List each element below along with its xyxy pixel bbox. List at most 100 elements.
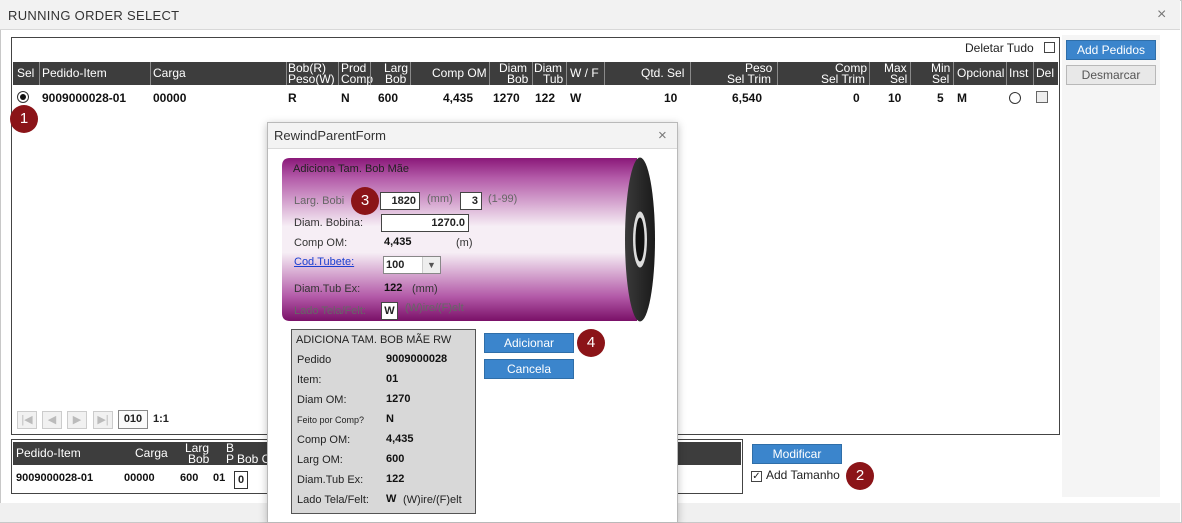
- header-separator: [690, 62, 691, 85]
- header-separator: [953, 62, 954, 85]
- pager-last-icon[interactable]: ▶|: [93, 411, 113, 429]
- summary-comp-om-value: 4,435: [386, 433, 414, 445]
- col-header-carga[interactable]: Carga: [153, 67, 186, 79]
- summary-diam-tub-value: 122: [386, 473, 405, 485]
- header-separator: [604, 62, 605, 85]
- cell-qtd-sel: 10: [664, 91, 678, 105]
- bottom-col-carga[interactable]: Carga: [135, 447, 168, 459]
- summary-pedido-value: 9009000028: [386, 353, 448, 365]
- header-separator: [489, 62, 490, 85]
- header-separator: [150, 62, 151, 85]
- header-separator: [370, 62, 371, 85]
- header-separator: [910, 62, 911, 85]
- header-separator: [39, 62, 40, 85]
- pager-first-icon[interactable]: |◀: [17, 411, 37, 429]
- col-header-wf[interactable]: W / F: [570, 67, 599, 79]
- header-separator: [1006, 62, 1007, 85]
- summary-diam-tub-label: Diam.Tub Ex:: [297, 474, 364, 486]
- add-tamanho-checkbox[interactable]: ✓: [751, 471, 762, 482]
- pager-prev-icon[interactable]: ◀: [42, 411, 62, 429]
- summary-feito-label: Feito por Comp?: [297, 415, 365, 425]
- diam-bobina-input[interactable]: 1270.0: [381, 214, 469, 232]
- header-separator: [338, 62, 339, 85]
- pager-next-icon[interactable]: ▶: [67, 411, 87, 429]
- lado-tela-label: Lado Tela/Felt:: [294, 305, 366, 317]
- comp-om-label: Comp OM:: [294, 237, 348, 249]
- cell-pedido-item: 9009000028-01: [42, 91, 127, 105]
- col-header-del[interactable]: Del: [1036, 67, 1054, 79]
- col-header-diam-bob[interactable]: Bob: [507, 73, 528, 85]
- summary-lado-hint: (W)ire/(F)elt: [403, 494, 462, 506]
- lado-tela-input[interactable]: W: [381, 302, 398, 320]
- cancela-button[interactable]: Cancela: [484, 359, 574, 379]
- deletar-tudo-checkbox[interactable]: [1044, 42, 1055, 53]
- comp-om-unit: (m): [456, 237, 473, 249]
- step-marker-4: 4: [577, 329, 605, 357]
- diam-bobina-label: Diam. Bobina:: [294, 217, 364, 229]
- step-marker-3: 3: [351, 187, 379, 215]
- larg-bobina-input[interactable]: 1820: [380, 192, 420, 210]
- diam-tub-unit: (mm): [412, 283, 438, 295]
- modificar-button[interactable]: Modificar: [752, 444, 842, 464]
- larg-unit: (mm): [427, 193, 453, 205]
- col-header-comp-sel-trim[interactable]: Sel Trim: [821, 73, 865, 85]
- bottom-qty-input[interactable]: 0: [234, 471, 248, 489]
- chevron-down-icon[interactable]: ▼: [422, 257, 440, 273]
- col-header-sel[interactable]: Sel: [17, 67, 34, 79]
- step-marker-1: 1: [10, 105, 38, 133]
- add-pedidos-button[interactable]: Add Pedidos: [1066, 40, 1156, 60]
- larg-bobina-label: Larg. Bobi: [294, 195, 345, 207]
- pager-ratio: 1:1: [153, 413, 169, 425]
- bottom-col-pedido-item[interactable]: Pedido-Item: [16, 447, 81, 459]
- pager-page-number[interactable]: 010: [118, 410, 148, 429]
- diam-tub-value: 122: [384, 282, 403, 294]
- summary-item-value: 01: [386, 373, 399, 385]
- cell-diam-bob: 1270: [493, 91, 520, 105]
- col-header-peso-sel-trim[interactable]: Sel Trim: [727, 73, 771, 85]
- col-header-inst[interactable]: Inst: [1009, 67, 1028, 79]
- cell-comp-sel-trim: 0: [853, 91, 860, 105]
- row-inst-radio[interactable]: [1009, 92, 1021, 104]
- qty-input[interactable]: 3: [460, 192, 482, 210]
- add-tamanho-label: Add Tamanho: [766, 468, 840, 482]
- right-side-panel: [1062, 35, 1160, 497]
- cell-opcional: M: [957, 91, 967, 105]
- col-header-min-sel[interactable]: Sel: [932, 73, 949, 85]
- row-select-radio[interactable]: [17, 91, 29, 103]
- col-header-tub[interactable]: Tub: [543, 73, 563, 85]
- bottom-cell-larg: 600: [180, 472, 199, 484]
- window-close-icon[interactable]: ×: [1157, 6, 1166, 24]
- bottom-col-bob[interactable]: Bob: [188, 453, 209, 465]
- summary-lado-label: Lado Tela/Felt:: [297, 494, 369, 506]
- cell-carga: 00000: [153, 91, 187, 105]
- cod-tubete-select[interactable]: 100 ▼: [383, 256, 441, 274]
- adicionar-button[interactable]: Adicionar: [484, 333, 574, 353]
- bottom-col-p[interactable]: P: [226, 453, 234, 465]
- window-title: RUNNING ORDER SELECT: [8, 8, 180, 23]
- col-header-opcional[interactable]: Opcional: [957, 67, 1004, 79]
- dialog-close-icon[interactable]: ×: [658, 127, 667, 144]
- summary-pedido-label: Pedido: [297, 354, 332, 366]
- header-separator: [532, 62, 533, 85]
- qty-range: (1-99): [488, 193, 518, 205]
- col-header-max-sel[interactable]: Sel: [890, 73, 907, 85]
- col-header-pedido-item[interactable]: Pedido-Item: [42, 67, 107, 79]
- header-separator: [410, 62, 411, 85]
- col-header-peso-w[interactable]: Peso(W): [288, 73, 335, 85]
- bottom-col-bob-c[interactable]: Bob C: [237, 453, 270, 465]
- col-header-larg-bob[interactable]: Bob: [385, 73, 406, 85]
- cell-min-sel: 5: [937, 91, 944, 105]
- cell-bob-peso: R: [288, 91, 297, 105]
- cell-peso-sel-trim: 6,540: [732, 91, 763, 105]
- cell-wf: W: [570, 91, 582, 105]
- col-header-qtd-sel[interactable]: Qtd. Sel: [641, 67, 684, 79]
- desmarcar-button[interactable]: Desmarcar: [1066, 65, 1156, 85]
- col-header-comp-om[interactable]: Comp OM: [432, 67, 487, 79]
- row-del-checkbox[interactable]: [1036, 91, 1048, 103]
- cell-prod-comp: N: [341, 91, 350, 105]
- header-separator: [869, 62, 870, 85]
- col-header-comp[interactable]: Comp: [341, 73, 373, 85]
- cod-tubete-link[interactable]: Cod.Tubete:: [294, 256, 354, 268]
- cell-larg-bob: 600: [378, 91, 399, 105]
- summary-larg-om-value: 600: [386, 453, 405, 465]
